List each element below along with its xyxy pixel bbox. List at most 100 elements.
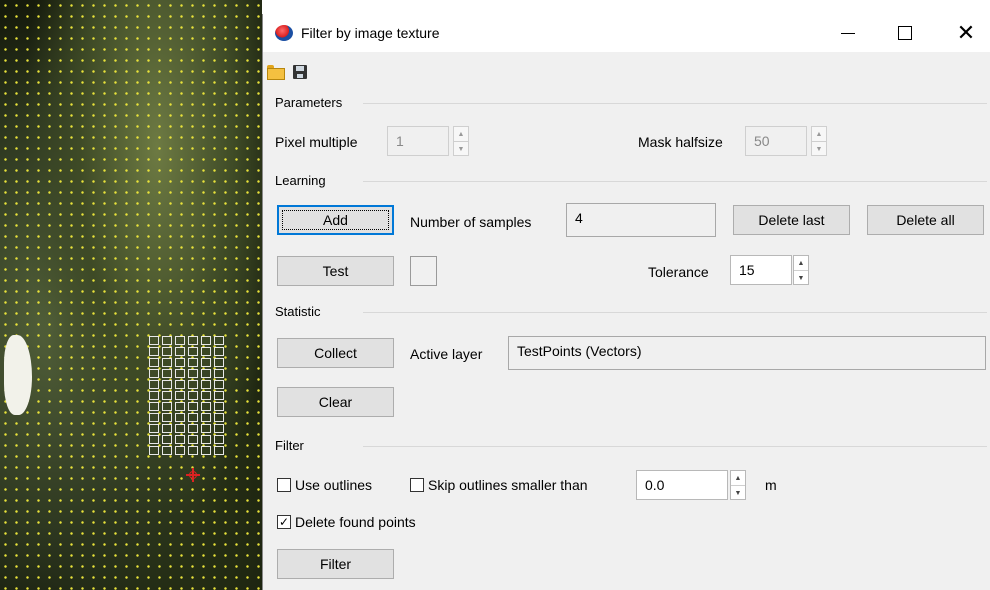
sample-point-marker — [175, 391, 185, 400]
delete-last-button[interactable]: Delete last — [733, 205, 850, 235]
sample-point-marker — [162, 380, 172, 389]
sample-point-marker — [214, 435, 224, 444]
sample-point-marker — [214, 347, 224, 356]
window-title: Filter by image texture — [301, 25, 440, 41]
sample-point-marker — [201, 380, 211, 389]
pixel-multiple-spinner[interactable]: ▲ ▼ — [453, 126, 469, 156]
sample-point-marker — [175, 358, 185, 367]
sample-point-marker — [162, 446, 172, 455]
title-bar[interactable]: Filter by image texture ✕ — [263, 14, 990, 52]
spin-up-icon[interactable]: ▲ — [731, 471, 745, 486]
unit-label: m — [765, 477, 777, 493]
maximize-button[interactable] — [885, 20, 925, 46]
number-of-samples-field: 4 — [566, 203, 716, 237]
skip-size-input[interactable]: 0.0 — [636, 470, 728, 500]
sample-point-marker — [149, 424, 159, 433]
tolerance-input[interactable]: 15 — [730, 255, 792, 285]
sample-point-marker — [188, 391, 198, 400]
sample-point-marker — [201, 391, 211, 400]
checkbox-box[interactable] — [277, 478, 291, 492]
sample-point-marker — [175, 435, 185, 444]
skip-outlines-checkbox[interactable]: Skip outlines smaller than — [410, 477, 588, 493]
sample-point-marker — [149, 446, 159, 455]
sample-point-marker — [188, 347, 198, 356]
sample-point-marker — [162, 358, 172, 367]
pixel-multiple-input[interactable]: 1 — [387, 126, 449, 156]
spin-down-icon[interactable]: ▼ — [812, 142, 826, 156]
mask-halfsize-input[interactable]: 50 — [745, 126, 807, 156]
sample-point-marker — [175, 402, 185, 411]
sample-point-marker — [162, 413, 172, 422]
collect-button[interactable]: Collect — [277, 338, 394, 368]
sample-point-marker — [188, 380, 198, 389]
mask-halfsize-spinner[interactable]: ▲ ▼ — [811, 126, 827, 156]
spin-up-icon[interactable]: ▲ — [794, 256, 808, 271]
sample-point-marker — [162, 369, 172, 378]
map-feature — [4, 335, 32, 415]
sample-point-marker — [149, 435, 159, 444]
close-icon: ✕ — [956, 20, 976, 45]
folder-open-icon[interactable] — [267, 65, 285, 80]
sample-point-marker — [175, 347, 185, 356]
sample-point-marker — [149, 369, 159, 378]
sample-point-marker — [214, 446, 224, 455]
toolbar — [267, 62, 307, 82]
sample-point-marker — [175, 336, 185, 345]
sample-point-marker — [201, 435, 211, 444]
close-button[interactable]: ✕ — [946, 20, 986, 46]
filter-button[interactable]: Filter — [277, 549, 394, 579]
sample-point-marker — [149, 358, 159, 367]
maximize-icon — [898, 26, 912, 40]
floppy-save-icon[interactable] — [293, 65, 307, 79]
sample-point-marker — [162, 424, 172, 433]
learning-separator — [363, 181, 987, 182]
active-layer-field: TestPoints (Vectors) — [508, 336, 986, 370]
sample-point-marker — [188, 413, 198, 422]
use-outlines-label: Use outlines — [295, 477, 373, 493]
spin-up-icon[interactable]: ▲ — [454, 127, 468, 142]
learning-section-label: Learning — [275, 173, 326, 188]
spin-down-icon[interactable]: ▼ — [454, 142, 468, 156]
add-button-label: Add — [282, 210, 389, 230]
sample-point-marker — [188, 358, 198, 367]
tolerance-spinner[interactable]: ▲ ▼ — [793, 255, 809, 285]
filter-section-label: Filter — [275, 438, 304, 453]
minimize-icon — [841, 32, 855, 34]
skip-size-spinner[interactable]: ▲ ▼ — [730, 470, 746, 500]
sample-point-marker — [201, 347, 211, 356]
minimize-button[interactable] — [828, 20, 868, 46]
sample-point-marker — [149, 413, 159, 422]
add-button[interactable]: Add — [277, 205, 394, 235]
sample-point-marker — [175, 446, 185, 455]
number-of-samples-label: Number of samples — [410, 214, 532, 230]
checkbox-box[interactable] — [410, 478, 424, 492]
sample-point-marker — [188, 402, 198, 411]
sample-point-marker — [162, 336, 172, 345]
clear-button[interactable]: Clear — [277, 387, 394, 417]
map-canvas[interactable] — [0, 0, 262, 590]
delete-found-points-checkbox[interactable]: ✓ Delete found points — [277, 514, 416, 530]
spin-down-icon[interactable]: ▼ — [794, 271, 808, 285]
app-icon — [275, 25, 293, 41]
sample-point-marker — [214, 402, 224, 411]
delete-all-button[interactable]: Delete all — [867, 205, 984, 235]
spin-down-icon[interactable]: ▼ — [731, 486, 745, 500]
sample-point-marker — [214, 358, 224, 367]
sample-point-marker — [214, 413, 224, 422]
delete-found-points-label: Delete found points — [295, 514, 416, 530]
statistic-section-label: Statistic — [275, 304, 321, 319]
sample-point-marker — [201, 336, 211, 345]
sample-point-marker — [188, 446, 198, 455]
sample-point-marker — [149, 402, 159, 411]
sample-point-marker — [214, 336, 224, 345]
sample-point-marker — [201, 369, 211, 378]
checkmark-icon[interactable]: ✓ — [277, 515, 291, 529]
spin-up-icon[interactable]: ▲ — [812, 127, 826, 142]
tolerance-label: Tolerance — [648, 264, 709, 280]
sample-point-marker — [214, 391, 224, 400]
sample-point-marker — [188, 435, 198, 444]
use-outlines-checkbox[interactable]: Use outlines — [277, 477, 372, 493]
sample-point-marker — [201, 358, 211, 367]
test-button[interactable]: Test — [277, 256, 394, 286]
sample-point-marker — [162, 391, 172, 400]
